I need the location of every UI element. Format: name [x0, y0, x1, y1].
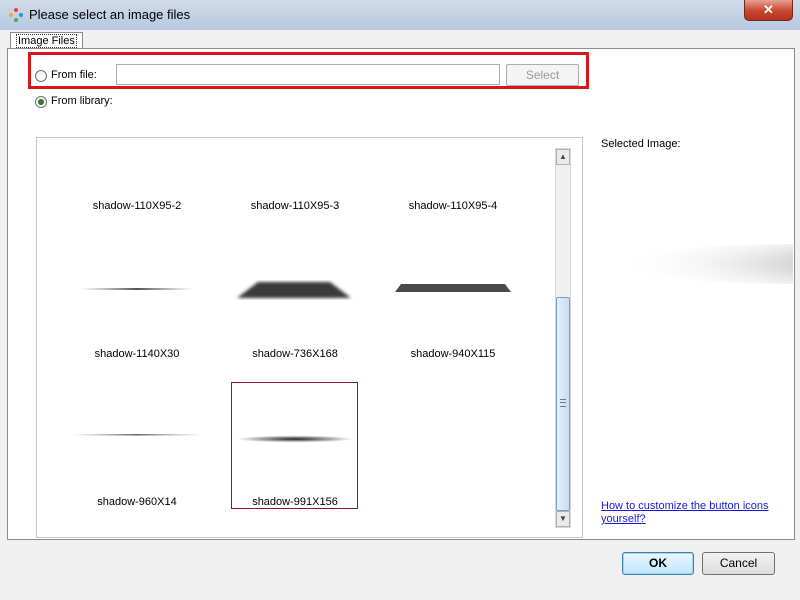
title-bar: Please select an image files ✕ — [0, 0, 800, 31]
highlight-box — [28, 52, 589, 89]
shadow-thumbnail[interactable] — [237, 434, 353, 444]
app-icon — [9, 8, 23, 22]
tab-label: Image Files — [16, 34, 77, 48]
from-library-radio[interactable] — [35, 96, 47, 108]
shadow-thumbnail[interactable] — [80, 278, 194, 298]
gallery-item-label[interactable]: shadow-110X95-4 — [388, 200, 518, 212]
shadow-thumbnail[interactable] — [72, 432, 202, 438]
shadow-thumbnail[interactable] — [233, 278, 355, 302]
gallery-item-label[interactable]: shadow-1140X30 — [72, 348, 202, 360]
scroll-down-arrow-icon[interactable]: ▼ — [556, 511, 570, 527]
window-title: Please select an image files — [29, 7, 191, 22]
selected-image-preview — [613, 244, 793, 284]
gallery-scrollbar[interactable]: ▲ ▼ — [555, 148, 571, 528]
gallery-item-label[interactable]: shadow-940X115 — [388, 348, 518, 360]
grip-icon — [560, 399, 566, 407]
tab-panel: From file: Select From library: shadow-1… — [7, 48, 795, 540]
scrollbar-thumb[interactable] — [556, 297, 570, 511]
shadow-thumbnail[interactable] — [393, 282, 513, 296]
gallery-item-label[interactable]: shadow-110X95-3 — [230, 200, 360, 212]
from-library-label: From library: — [51, 95, 113, 107]
close-button[interactable]: ✕ — [744, 0, 793, 21]
gallery-item-label[interactable]: shadow-110X95-2 — [72, 200, 202, 212]
gallery-item-label[interactable]: shadow-736X168 — [230, 348, 360, 360]
tab-image-files[interactable]: Image Files — [10, 32, 83, 49]
scroll-up-arrow-icon[interactable]: ▲ — [556, 149, 570, 165]
selected-image-label: Selected Image: — [601, 138, 681, 150]
gallery-item-label[interactable]: shadow-960X14 — [72, 496, 202, 508]
gallery-item-label[interactable]: shadow-991X156 — [230, 496, 360, 508]
image-gallery[interactable]: shadow-110X95-2 shadow-110X95-3 shadow-1… — [36, 137, 583, 538]
cancel-button[interactable]: Cancel — [702, 552, 775, 575]
dialog-body: Image Files From file: Select From libra… — [0, 30, 800, 600]
selected-gallery-item[interactable] — [231, 382, 358, 509]
help-link[interactable]: How to customize the button icons yourse… — [601, 500, 781, 526]
ok-button[interactable]: OK — [622, 552, 694, 575]
